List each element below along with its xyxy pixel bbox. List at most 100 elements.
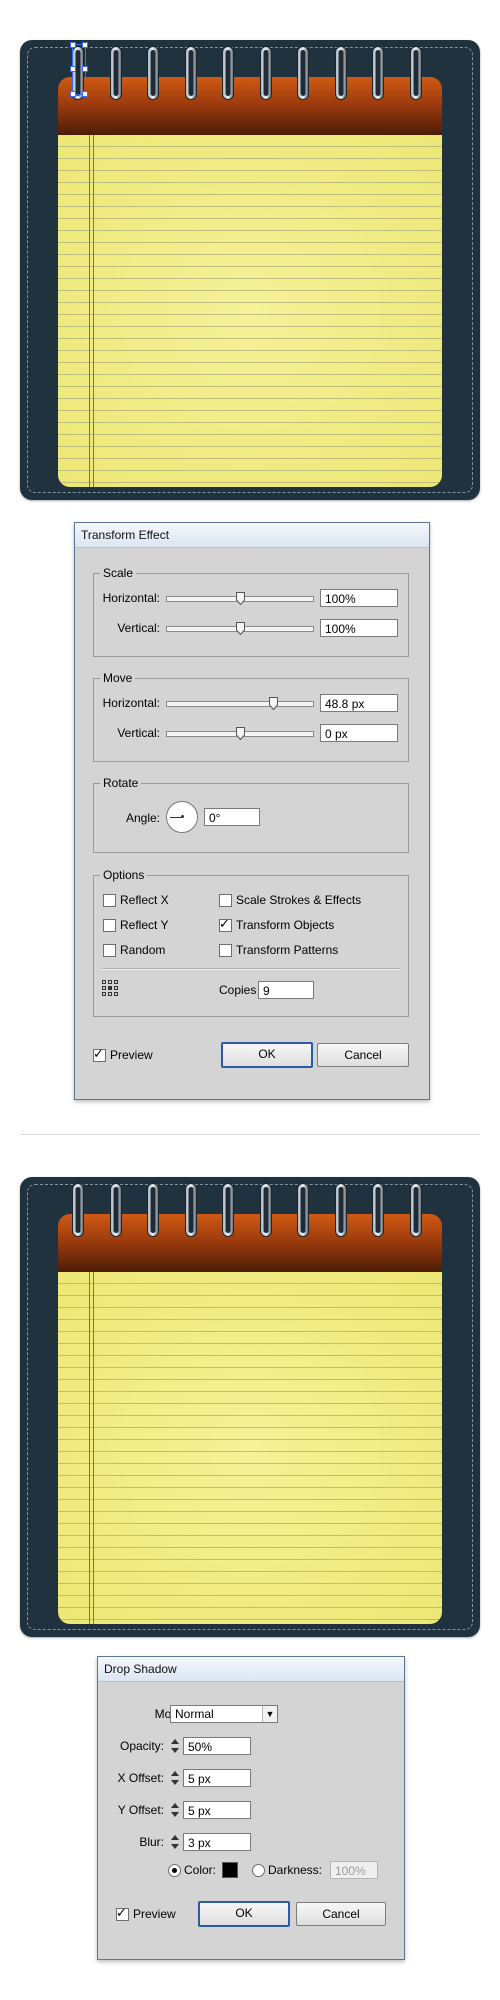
- dial-center: [181, 815, 184, 818]
- move-vertical-input[interactable]: 0 px: [320, 724, 398, 742]
- spiral-ring-icon: [184, 46, 197, 100]
- ok-button[interactable]: OK: [221, 1042, 313, 1068]
- x-offset-label: X Offset:: [117, 1771, 164, 1785]
- margin-line: [89, 1272, 90, 1624]
- transform-patterns-checkbox[interactable]: [219, 944, 232, 957]
- color-label: Color:: [184, 1863, 217, 1877]
- selection-handle[interactable]: [82, 42, 88, 48]
- spiral-ring-icon: [184, 1183, 197, 1237]
- random-checkbox[interactable]: [103, 944, 116, 957]
- spiral-ring-icon: [259, 1183, 272, 1237]
- spiral-ring-icon: [222, 1183, 234, 1237]
- darkness-input[interactable]: 100%: [330, 1861, 378, 1879]
- spiral-ring-icon: [372, 46, 384, 100]
- reflect-y-checkbox[interactable]: [103, 919, 116, 932]
- angle-input[interactable]: 0°: [204, 808, 260, 826]
- reference-point-grid-icon[interactable]: [102, 980, 118, 996]
- spiral-ring-icon: [222, 46, 234, 100]
- darkness-radio[interactable]: [252, 1864, 265, 1877]
- selection-handle[interactable]: [82, 91, 88, 97]
- spinner-arrows-icon[interactable]: [170, 1737, 180, 1755]
- scale-horizontal-slider[interactable]: [166, 592, 314, 605]
- slider-thumb[interactable]: [236, 592, 245, 605]
- transform-objects-label: Transform Objects: [236, 918, 335, 932]
- move-vertical-label: Vertical:: [117, 726, 160, 740]
- spiral-ring-icon: [259, 46, 272, 100]
- spiral-rings: [20, 40, 480, 110]
- shadow-color-swatch[interactable]: [222, 1862, 238, 1878]
- scale-strokes-checkbox[interactable]: [219, 894, 232, 907]
- spiral-ring-icon: [147, 46, 159, 100]
- x-offset-input[interactable]: 5 px: [183, 1769, 251, 1787]
- spinner-arrows-icon[interactable]: [170, 1769, 180, 1787]
- group-title-options: Options: [100, 868, 148, 882]
- color-radio[interactable]: [168, 1864, 181, 1877]
- spinner-arrows-icon[interactable]: [170, 1801, 180, 1819]
- move-horizontal-label: Horizontal:: [102, 696, 160, 710]
- angle-dial-icon[interactable]: [166, 801, 198, 833]
- scale-horizontal-input[interactable]: 100%: [320, 589, 398, 607]
- options-group: Options Reflect X Reflect Y Random Scale…: [93, 868, 409, 1017]
- copies-input[interactable]: 9: [258, 981, 314, 999]
- spiral-ring-icon: [109, 1183, 122, 1237]
- checkmark-icon: ✓: [116, 1905, 127, 1920]
- blur-input[interactable]: 3 px: [183, 1833, 251, 1851]
- margin-line: [93, 135, 94, 487]
- opacity-input[interactable]: 50%: [183, 1737, 251, 1755]
- selection-handle[interactable]: [70, 66, 76, 72]
- group-title-move: Move: [100, 671, 136, 685]
- slider-thumb[interactable]: [236, 622, 245, 635]
- cancel-button[interactable]: Cancel: [296, 1902, 386, 1926]
- dialog-title: Transform Effect: [75, 523, 429, 548]
- checkmark-icon: ✓: [219, 916, 230, 931]
- selection-handle[interactable]: [82, 66, 88, 72]
- spiral-ring-icon: [409, 46, 422, 100]
- notepad-paper: [58, 1272, 442, 1624]
- move-horizontal-slider[interactable]: [166, 697, 314, 710]
- slider-thumb[interactable]: [268, 697, 278, 710]
- notepad-illustration-2: [20, 1177, 480, 1637]
- reflect-x-checkbox[interactable]: [103, 894, 116, 907]
- spiral-ring-icon: [109, 46, 122, 100]
- move-horizontal-input[interactable]: 48.8 px: [320, 694, 398, 712]
- darkness-label: Darkness:: [268, 1863, 323, 1877]
- transform-objects-checkbox[interactable]: ✓: [219, 916, 232, 932]
- blur-label: Blur:: [139, 1835, 164, 1849]
- y-offset-input[interactable]: 5 px: [183, 1801, 251, 1819]
- reflect-x-label: Reflect X: [120, 893, 169, 907]
- move-vertical-slider[interactable]: [166, 727, 314, 740]
- rotate-group: Rotate Angle: 0°: [93, 776, 409, 853]
- scale-vertical-slider[interactable]: [166, 622, 314, 635]
- selection-handle[interactable]: [70, 91, 76, 97]
- radio-selected-dot: [172, 1868, 177, 1873]
- preview-checkbox[interactable]: ✓: [116, 1905, 129, 1921]
- notepad-illustration-1: [20, 40, 480, 500]
- scale-vertical-input[interactable]: 100%: [320, 619, 398, 637]
- mode-select[interactable]: Normal ▼: [170, 1705, 278, 1723]
- slider-thumb[interactable]: [236, 727, 245, 740]
- cancel-button[interactable]: Cancel: [317, 1043, 409, 1067]
- transform-patterns-label: Transform Patterns: [236, 943, 339, 957]
- random-label: Random: [120, 943, 166, 957]
- ring-selection-box[interactable]: [70, 42, 88, 97]
- dialog-title: Drop Shadow: [98, 1657, 404, 1682]
- spiral-ring-icon: [147, 1183, 159, 1237]
- spiral-ring-icon: [297, 46, 309, 100]
- chevron-down-icon[interactable]: ▼: [262, 1706, 277, 1722]
- spinner-arrows-icon[interactable]: [170, 1833, 180, 1851]
- notepad-paper: [58, 135, 442, 487]
- group-title-scale: Scale: [100, 566, 137, 580]
- spiral-rings: [20, 1177, 480, 1247]
- scale-group: Scale Horizontal: 100% Vertical: 100%: [93, 566, 409, 657]
- scale-vertical-label: Vertical:: [117, 621, 160, 635]
- y-offset-label: Y Offset:: [117, 1803, 164, 1817]
- selection-handle[interactable]: [70, 42, 76, 48]
- ok-button[interactable]: OK: [198, 1901, 290, 1927]
- reflect-y-label: Reflect Y: [120, 918, 169, 932]
- move-group: Move Horizontal: 48.8 px Vertical: 0 px: [93, 671, 409, 762]
- spiral-ring-icon: [334, 46, 347, 100]
- preview-checkbox[interactable]: ✓: [93, 1046, 106, 1062]
- spiral-ring-icon: [409, 1183, 422, 1237]
- checkmark-icon: ✓: [93, 1046, 104, 1061]
- scale-horizontal-label: Horizontal:: [102, 591, 160, 605]
